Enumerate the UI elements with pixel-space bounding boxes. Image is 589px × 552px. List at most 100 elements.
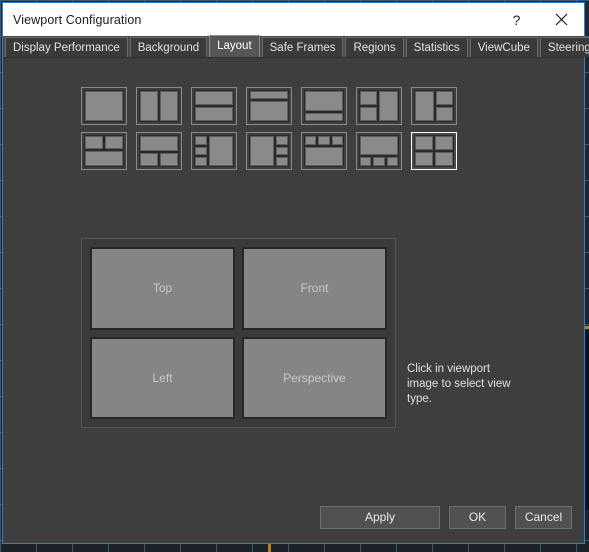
preset-pane-row — [305, 136, 343, 145]
viewport-cell-top[interactable]: Top — [90, 247, 235, 330]
preset-pane — [373, 157, 385, 166]
preset-pane — [195, 136, 207, 145]
preset-thumb — [249, 135, 289, 167]
dialog-body: Top Front Left Perspective Click in view… — [3, 58, 584, 543]
preset-one-top-two-bottom[interactable] — [136, 132, 182, 170]
preset-pane — [435, 136, 453, 150]
preset-thin-top-big-bottom[interactable] — [246, 87, 292, 125]
viewport-cell-label: Top — [152, 281, 173, 296]
tab-background[interactable]: Background — [129, 37, 208, 57]
apply-button[interactable]: Apply — [320, 506, 440, 529]
dialog-titlebar: Viewport Configuration ? — [3, 3, 584, 36]
preset-thumb — [139, 135, 179, 167]
preset-pane — [195, 146, 207, 156]
viewport-cell-label: Perspective — [283, 370, 346, 385]
preset-left-full-right-split[interactable] — [411, 87, 457, 125]
preset-three-top-one-bottom[interactable] — [301, 132, 347, 170]
tab-safe-frames[interactable]: Safe Frames — [261, 37, 344, 57]
preset-pane — [140, 91, 158, 121]
preset-thumb — [414, 135, 454, 167]
preset-pane — [386, 157, 398, 166]
preset-pane-stack — [436, 91, 453, 121]
preset-big-top-thin-bottom[interactable] — [301, 87, 347, 125]
preset-two-rows[interactable] — [191, 87, 237, 125]
preset-two-top-one-bottom[interactable] — [81, 132, 127, 170]
preset-pane-row — [85, 136, 123, 149]
ok-button[interactable]: OK — [449, 506, 506, 529]
preset-pane — [276, 146, 288, 156]
preset-pane — [305, 136, 317, 145]
viewport-hint-text: Click in viewport image to select view t… — [407, 363, 511, 405]
preset-pane — [276, 157, 288, 167]
tab-steeringwheels[interactable]: SteeringWheels — [539, 37, 589, 57]
preset-thumb — [249, 90, 289, 122]
help-icon[interactable]: ? — [494, 4, 539, 36]
dialog-button-bar: Apply OK Cancel — [3, 506, 584, 529]
preset-pane — [305, 91, 343, 111]
viewport-cell-perspective[interactable]: Perspective — [242, 336, 387, 419]
preset-pane — [160, 91, 178, 121]
preset-pane — [415, 136, 433, 150]
tab-regions[interactable]: Regions — [345, 37, 404, 57]
tab-statistics[interactable]: Statistics — [405, 37, 468, 57]
preset-pane — [140, 136, 178, 151]
preset-thumb — [84, 90, 124, 122]
layout-preset-row-2 — [81, 132, 461, 170]
cancel-button[interactable]: Cancel — [515, 506, 572, 529]
preset-pane — [250, 136, 274, 166]
preset-pane-stack — [195, 136, 207, 167]
preset-pane — [379, 91, 398, 121]
preset-pane — [209, 136, 233, 166]
preset-pane — [436, 107, 453, 121]
preset-pane-stack — [276, 136, 288, 167]
preset-pane-row — [360, 157, 398, 166]
preset-thumb — [414, 90, 454, 122]
preset-thumb — [304, 90, 344, 122]
tab-strip: Display Performance Background Layout Sa… — [3, 35, 589, 58]
preset-pane-stack — [360, 91, 377, 121]
layout-preset-grid — [81, 87, 461, 177]
preset-pane — [360, 136, 398, 155]
tab-display-performance[interactable]: Display Performance — [5, 37, 128, 57]
preset-pane-row — [140, 153, 178, 166]
tab-viewcube[interactable]: ViewCube — [469, 37, 538, 57]
preset-pane — [435, 152, 453, 166]
close-icon-glyph — [555, 13, 568, 26]
preset-thumb — [359, 135, 399, 167]
tab-layout[interactable]: Layout — [209, 35, 260, 57]
preset-left-split-right-full[interactable] — [356, 87, 402, 125]
dialog-title: Viewport Configuration — [13, 12, 142, 27]
viewport-cell-label: Left — [152, 370, 173, 385]
preset-four-quadrants[interactable] — [411, 132, 457, 170]
preset-pane — [318, 136, 330, 145]
preset-pane — [85, 91, 123, 121]
preset-pane — [195, 107, 233, 121]
preset-pane-row — [415, 152, 453, 166]
preset-three-left-one-right[interactable] — [191, 132, 237, 170]
viewport-cell-left[interactable]: Left — [90, 336, 235, 419]
preset-pane — [195, 91, 233, 105]
preset-pane-row — [415, 136, 453, 150]
preset-two-columns[interactable] — [136, 87, 182, 125]
preset-pane — [415, 152, 433, 166]
layout-preset-row-1 — [81, 87, 461, 125]
preset-thumb — [194, 90, 234, 122]
preset-pane — [436, 91, 453, 105]
preset-pane — [160, 153, 178, 166]
preset-thumb — [304, 135, 344, 167]
preset-pane — [360, 157, 372, 166]
preset-pane — [195, 157, 207, 167]
preset-pane — [105, 136, 123, 149]
viewport-configuration-dialog: Viewport Configuration ? Display Perform… — [2, 2, 589, 544]
preset-thumb — [359, 90, 399, 122]
preset-pane — [250, 101, 288, 121]
viewport-cell-front[interactable]: Front — [242, 247, 387, 330]
preset-one-left-three-right[interactable] — [246, 132, 292, 170]
preset-pane — [85, 136, 103, 149]
preset-pane — [331, 136, 343, 145]
viewport-cell-label: Front — [300, 281, 329, 296]
preset-single[interactable] — [81, 87, 127, 125]
preset-one-top-three-bottom[interactable] — [356, 132, 402, 170]
preset-pane — [360, 91, 377, 105]
close-icon[interactable] — [539, 4, 584, 36]
